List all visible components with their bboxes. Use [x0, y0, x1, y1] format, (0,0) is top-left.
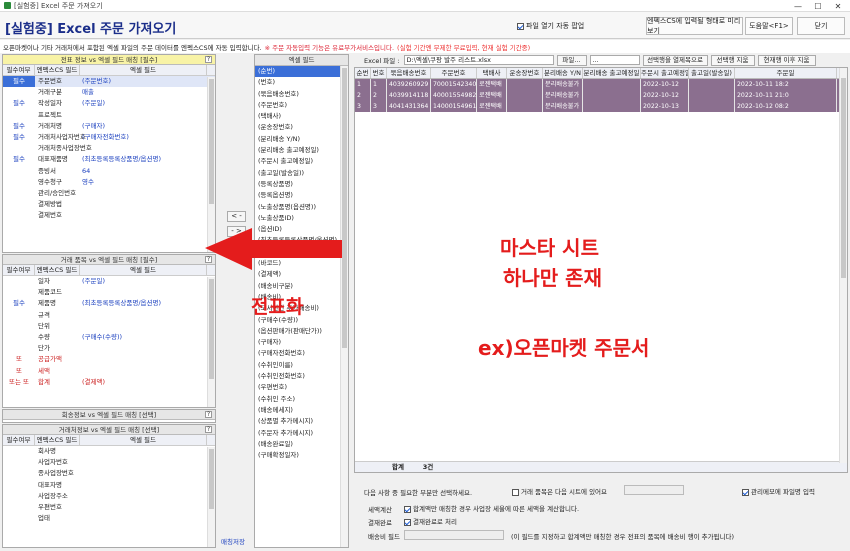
- annotation-overlay: [205, 228, 342, 270]
- annotation-master-sheet: 마스타 시트: [500, 236, 599, 260]
- annotation-example: ex)오픈마켓 주문서: [478, 336, 650, 360]
- annotation-voucherize: 전표화: [251, 296, 304, 318]
- red-arrow: [205, 228, 342, 270]
- annotation-single-exists: 하나만 존재: [503, 266, 602, 290]
